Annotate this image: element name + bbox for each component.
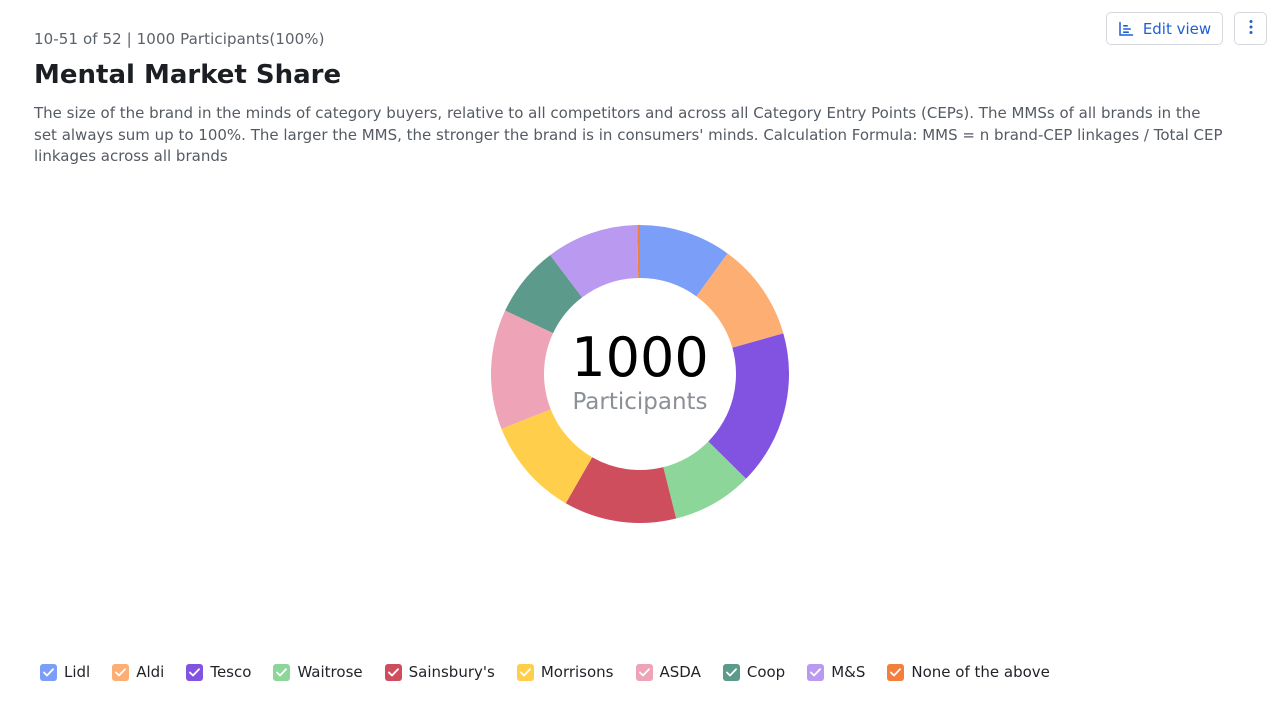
legend-label: M&S: [831, 663, 866, 681]
legend-label: Coop: [746, 663, 786, 681]
description: The size of the brand in the minds of ca…: [34, 104, 1223, 165]
legend-label: ASDA: [659, 663, 701, 681]
legend-label: Lidl: [64, 663, 91, 681]
check-icon: [810, 667, 822, 676]
bar-chart-icon: [1118, 21, 1134, 37]
legend-checkbox[interactable]: [635, 663, 653, 681]
edit-view-button[interactable]: Edit view: [1106, 12, 1223, 45]
legend-checkbox[interactable]: [273, 663, 291, 681]
center-count: 1000: [571, 326, 709, 389]
legend-item-asda[interactable]: ASDA: [635, 663, 701, 681]
center-label: Participants: [572, 389, 708, 415]
legend: Lidl Aldi Tesco Waitrose Sainsbury's Morrison…: [40, 663, 1050, 681]
donut-chart: 1000 Participants: [480, 214, 800, 534]
more-vertical-icon: [1249, 19, 1253, 39]
legend-checkbox[interactable]: [722, 663, 740, 681]
legend-item-tesco[interactable]: Tesco: [186, 663, 251, 681]
legend-checkbox[interactable]: [186, 663, 204, 681]
legend-checkbox[interactable]: [112, 663, 130, 681]
check-icon: [387, 667, 399, 676]
check-icon: [725, 667, 737, 676]
legend-item-m-s[interactable]: M&S: [807, 663, 865, 681]
check-icon: [519, 667, 531, 676]
legend-item-waitrose[interactable]: Waitrose: [273, 663, 363, 681]
legend-item-aldi[interactable]: Aldi: [112, 663, 164, 681]
legend-item-lidl[interactable]: Lidl: [40, 663, 90, 681]
more-options-button[interactable]: [1234, 12, 1267, 45]
legend-label: Aldi: [136, 663, 165, 681]
check-icon: [189, 667, 201, 676]
legend-checkbox[interactable]: [40, 663, 57, 681]
legend-label: Tesco: [210, 663, 252, 681]
legend-checkbox[interactable]: [516, 663, 534, 681]
legend-checkbox[interactable]: [807, 663, 825, 681]
legend-item-sainsbury-s[interactable]: Sainsbury's: [384, 663, 495, 681]
legend-item-coop[interactable]: Coop: [722, 663, 786, 681]
edit-view-label: Edit view: [1142, 19, 1212, 38]
legend-label: None of the above: [911, 663, 1050, 681]
check-icon: [276, 667, 288, 676]
check-icon: [43, 667, 54, 676]
check-icon: [890, 667, 902, 676]
legend-label: Morrisons: [540, 663, 614, 681]
legend-item-none-of-the-above[interactable]: None of the above: [887, 663, 1050, 681]
check-icon: [638, 667, 650, 676]
legend-label: Waitrose: [297, 663, 363, 681]
legend-checkbox[interactable]: [887, 663, 905, 681]
page-title: Mental Market Share: [34, 60, 342, 90]
legend-label: Sainsbury's: [408, 663, 495, 681]
legend-item-morrisons[interactable]: Morrisons: [516, 663, 614, 681]
meta-line: 10-51 of 52 | 1000 Participants(100%): [34, 30, 325, 48]
legend-checkbox[interactable]: [384, 663, 402, 681]
check-icon: [115, 667, 127, 676]
